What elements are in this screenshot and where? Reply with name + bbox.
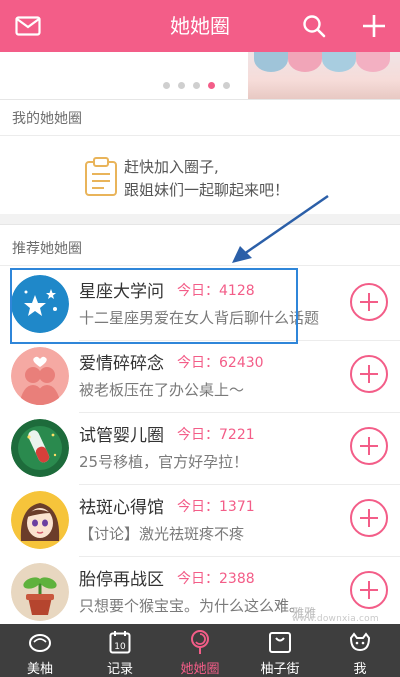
- clipboard-icon: [84, 157, 118, 197]
- nav-item-meiyou[interactable]: 美柚: [0, 624, 80, 677]
- svg-text:10: 10: [114, 642, 126, 652]
- circle-item[interactable]: 祛斑心得馆 今日：1371 【讨论】激光祛斑疼不疼: [0, 485, 400, 557]
- circle-latest-post: 只想要个猴宝宝。为什么这么难。: [79, 597, 305, 615]
- join-prompt: 赶快加入圈子, 跟姐妹们一起聊起来吧！: [124, 156, 289, 202]
- join-circle-button[interactable]: [350, 283, 388, 321]
- carousel-dot[interactable]: [178, 82, 185, 89]
- couple-icon: [11, 347, 69, 405]
- circle-item[interactable]: 爱情碎碎念 今日：62430 被老板压在了办公桌上～: [0, 341, 400, 413]
- carousel-dot[interactable]: [163, 82, 170, 89]
- circle-latest-post: 25号移植，官方好孕拉！: [79, 453, 249, 471]
- test-tube-icon: [11, 419, 69, 477]
- recommended-title: 推荐她她圈: [12, 241, 82, 257]
- calendar-icon: 10: [107, 629, 133, 655]
- circle-name: 祛斑心得馆: [79, 498, 164, 518]
- nav-item-me[interactable]: 我: [320, 624, 400, 677]
- carousel-dot[interactable]: [193, 82, 200, 89]
- today-count: 今日：62430: [177, 355, 264, 371]
- girl-icon: [11, 491, 69, 549]
- profile-icon: [347, 629, 373, 655]
- page-title: 她她圈: [170, 14, 230, 38]
- nav-label: 记录: [106, 662, 133, 677]
- nav-item-shop[interactable]: 柚子街: [240, 624, 320, 677]
- circle-name: 爱情碎碎念: [79, 354, 164, 374]
- circle-latest-post: 【讨论】激光祛斑疼不疼: [79, 525, 245, 543]
- sprout-icon: [11, 563, 69, 621]
- circle-latest-post: 被老板压在了办公桌上～: [79, 381, 245, 399]
- join-circle-button[interactable]: [350, 427, 388, 465]
- join-circle-button[interactable]: [350, 571, 388, 609]
- search-icon[interactable]: [296, 8, 332, 44]
- nav-label: 她她圈: [180, 662, 220, 677]
- shop-bag-icon: [267, 629, 293, 655]
- join-circle-button[interactable]: [350, 355, 388, 393]
- top-bar: 她她圈: [0, 0, 400, 52]
- today-count: 今日：7221: [177, 427, 255, 443]
- nav-label: 美柚: [26, 662, 53, 677]
- divider: [0, 265, 400, 266]
- my-circle-section: 我的她她圈 赶快加入圈子, 跟姐妹们一起聊起来吧！: [0, 99, 400, 214]
- add-icon[interactable]: [356, 8, 392, 44]
- circle-lollipop-icon: [187, 629, 213, 655]
- nav-item-tatacircle[interactable]: 她她圈: [160, 624, 240, 677]
- carousel-dot[interactable]: [223, 82, 230, 89]
- watermark-url: www.downxia.com: [292, 614, 379, 624]
- bottom-navigation: 美柚 10 记录 她她圈 柚子街 我: [0, 624, 400, 677]
- banner-carousel[interactable]: [0, 52, 400, 99]
- highlight-box: [10, 268, 298, 344]
- nav-label: 柚子街: [260, 662, 300, 677]
- divider: [0, 135, 400, 136]
- join-prompt-line1: 赶快加入圈子,: [124, 158, 219, 176]
- nav-label: 我: [353, 662, 367, 677]
- join-circle-button[interactable]: [350, 499, 388, 537]
- carousel-dots: [163, 82, 230, 89]
- circle-name: 胎停再战区: [79, 570, 164, 590]
- today-count: 今日：2388: [177, 571, 255, 587]
- banner-image[interactable]: [248, 52, 400, 99]
- circle-name: 试管婴儿圈: [79, 426, 164, 446]
- meiyou-icon: [27, 629, 53, 655]
- circle-item[interactable]: 试管婴儿圈 今日：7221 25号移植，官方好孕拉！: [0, 413, 400, 485]
- today-count: 今日：1371: [177, 499, 255, 515]
- nav-item-record[interactable]: 10 记录: [80, 624, 160, 677]
- my-circle-title: 我的她她圈: [12, 111, 82, 127]
- carousel-dot[interactable]: [208, 82, 215, 89]
- join-prompt-line2: 跟姐妹们一起聊起来吧！: [124, 181, 290, 199]
